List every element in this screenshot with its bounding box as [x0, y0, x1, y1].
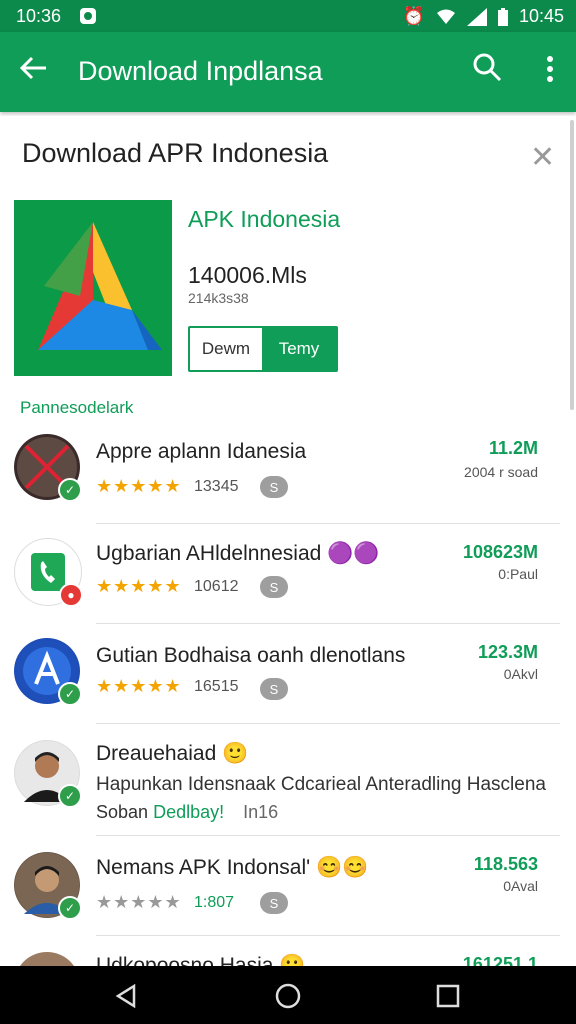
status-icon: ●: [59, 583, 83, 607]
rating-stars: ★★★★★: [96, 576, 182, 596]
verified-icon: ✓: [58, 784, 82, 808]
dialog-title: Download APR Indonesia: [22, 138, 329, 168]
list-item-size: 161251.1: [462, 954, 538, 966]
alarm-icon: ⏰: [402, 6, 425, 26]
recents-nav-icon[interactable]: [436, 984, 460, 1008]
badge-icon: S: [260, 892, 288, 914]
rating-stars: ★★★★★: [96, 676, 182, 696]
verified-icon: ✓: [58, 682, 82, 706]
list-item-size: 11.2M: [488, 438, 538, 458]
rating-stars: ★★★★★: [96, 892, 182, 912]
list-item-size: 118.563: [473, 854, 538, 874]
rating-count: 1:807: [194, 894, 235, 911]
list-item-title: Nemans APK Indonsal' 😊😊: [96, 856, 369, 879]
try-button[interactable]: Temy: [262, 328, 336, 370]
rating-stars: ★★★★★: [96, 476, 182, 496]
wifi-icon: [436, 9, 455, 24]
list-item-description: Hapunkan Idensnaak Cdcarieal Anteradling…: [96, 774, 546, 795]
list-item[interactable]: ✓ Nemans APK Indonsal' 😊😊 ★★★★★ 1:807 S …: [0, 836, 560, 936]
list-item-meta: 0Aval: [503, 878, 538, 894]
list-item-title: Dreauehaiad 🙂: [96, 742, 249, 765]
list-item-meta: 0Akvl: [503, 666, 538, 682]
download-button[interactable]: Dewm: [190, 328, 262, 370]
list-item-title: Udkopoosno Hasia 🙂: [96, 954, 306, 966]
status-time-left: 10:36: [16, 6, 62, 26]
rating-count: 13345: [194, 478, 239, 495]
section-title: Pannesodelark: [20, 398, 134, 417]
apk-logo-icon: [38, 222, 162, 350]
home-nav-icon[interactable]: [274, 982, 302, 1010]
battery-icon: [497, 7, 508, 26]
arrow-left-icon[interactable]: [19, 54, 48, 90]
action-buttons: Dewm Temy: [188, 326, 338, 372]
signal-icon: [466, 7, 487, 26]
list-item-meta: 2004 r soad: [464, 464, 538, 480]
back-nav-icon[interactable]: [114, 984, 138, 1008]
more-vert-icon[interactable]: [546, 56, 554, 87]
app-version: 214k3s38: [188, 290, 249, 306]
list-item[interactable]: ✓ Appre aplann Idanesia ★★★★★ 13345 S 11…: [0, 424, 560, 524]
rating-count: 16515: [194, 678, 239, 695]
list-item[interactable]: ✓ Gutian Bodhaisa oanh dlenotlans ★★★★★ …: [0, 624, 560, 724]
app-name: APK Indonesia: [188, 206, 341, 232]
developer-link[interactable]: Dedlbay!: [153, 802, 224, 822]
avatar: ✓: [14, 638, 82, 706]
avatar: ●: [14, 538, 83, 607]
list-item-size: 108623M: [462, 542, 538, 562]
navigation-bar: [0, 966, 576, 1024]
avatar: [14, 952, 80, 966]
app-bar-title: Download Inpdlansa: [78, 56, 323, 86]
list-item-title: Gutian Bodhaisa oanh dlenotlans: [96, 644, 406, 667]
notification-icon: [80, 8, 96, 24]
badge-icon: S: [260, 576, 288, 598]
app-bar: Download Inpdlansa: [0, 32, 576, 112]
search-icon[interactable]: [472, 52, 502, 87]
list-item[interactable]: Udkopoosno Hasia 🙂 161251.1: [0, 936, 560, 966]
close-icon[interactable]: ✕: [530, 140, 555, 175]
list-item-size: 123.3M: [477, 642, 538, 662]
badge-icon: S: [260, 476, 288, 498]
list-item[interactable]: ● Ugbarian AHldelnnesiad 🟣🟣 ★★★★★ 10612 …: [0, 524, 560, 624]
list-item-footer: Soban Dedlbay! In16: [96, 802, 278, 823]
list-item[interactable]: ✓ Dreauehaiad 🙂 Hapunkan Idensnaak Cdcar…: [0, 724, 560, 836]
app-size: 140006.Mls: [188, 262, 307, 288]
badge-icon: S: [260, 678, 288, 700]
avatar: ✓: [14, 852, 82, 920]
list-item-title: Ugbarian AHldelnnesiad 🟣🟣: [96, 542, 380, 565]
list-item-meta: 0:Paul: [498, 566, 538, 582]
status-icons: ⏰ 10:45: [403, 6, 564, 27]
footer-meta: In16: [243, 802, 279, 822]
footer-label: Soban: [96, 802, 149, 822]
avatar: ✓: [14, 434, 82, 502]
verified-icon: ✓: [58, 478, 82, 502]
app-icon: [14, 200, 172, 376]
rating-count: 10612: [194, 578, 239, 595]
scrollbar[interactable]: [570, 120, 574, 410]
status-bar: 10:36 ⏰ 10:45: [0, 0, 576, 32]
list-item-title: Appre aplann Idanesia: [96, 440, 307, 463]
status-time-right: 10:45: [518, 6, 564, 26]
verified-icon: ✓: [58, 896, 82, 920]
avatar: ✓: [14, 740, 82, 808]
